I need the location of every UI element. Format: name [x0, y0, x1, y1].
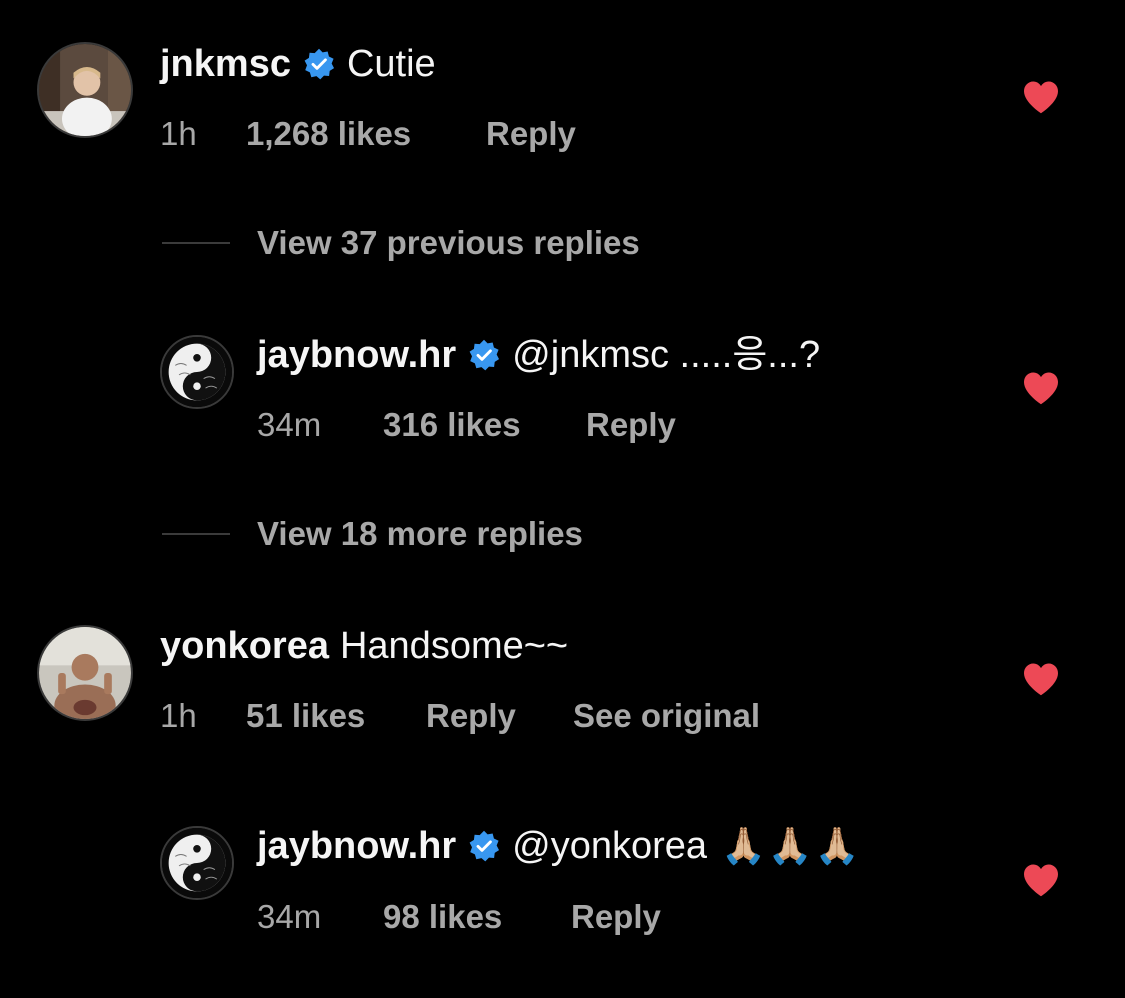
see-original-button[interactable]: See original [573, 696, 760, 736]
avatar-jaybnow-hr[interactable] [160, 335, 234, 409]
heart-icon[interactable] [1022, 863, 1060, 897]
thread-line [162, 533, 230, 535]
likes-count[interactable]: 51 likes [246, 696, 426, 736]
heart-icon[interactable] [1022, 371, 1060, 405]
likes-count[interactable]: 316 likes [383, 405, 586, 445]
comment-line: jaybnow.hr @jnkmsc .....응...? [257, 332, 820, 378]
likes-count[interactable]: 98 likes [383, 897, 571, 937]
comment-time: 1h [160, 697, 197, 734]
view-replies-label[interactable]: View 18 more replies [257, 514, 583, 554]
heart-icon[interactable] [1022, 80, 1060, 114]
comment-meta: 34m 316 likes Reply [257, 405, 676, 445]
comment-line: jaybnow.hr @yonkorea 🙏🏼🙏🏼🙏🏼 [257, 823, 862, 869]
username[interactable]: jaybnow.hr [257, 823, 456, 869]
verified-badge-icon [468, 830, 500, 862]
reply-button[interactable]: Reply [586, 405, 676, 445]
avatar-jnkmsc[interactable] [37, 42, 133, 138]
comment-meta: 34m 98 likes Reply [257, 897, 661, 937]
avatar-yonkorea[interactable] [37, 625, 133, 721]
comment-text: @jnkmsc .....응...? [512, 334, 821, 376]
comment-line: jnkmsc Cutie [160, 41, 436, 87]
verified-badge-icon [303, 48, 335, 80]
comment-time: 1h [160, 115, 197, 152]
thread-line [162, 242, 230, 244]
verified-badge-icon [468, 339, 500, 371]
comment-time: 34m [257, 898, 322, 935]
view-replies-label[interactable]: View 37 previous replies [257, 223, 640, 263]
comment-meta: 1h 1,268 likes Reply [160, 114, 576, 154]
heart-icon[interactable] [1022, 662, 1060, 696]
view-more-replies[interactable]: View 18 more replies [0, 514, 1125, 554]
comment-line: yonkorea Handsome~~ [160, 623, 568, 669]
comment-text: @yonkorea [512, 825, 708, 867]
username[interactable]: yonkorea [160, 623, 329, 669]
reply-button[interactable]: Reply [426, 696, 573, 736]
view-previous-replies[interactable]: View 37 previous replies [0, 223, 1125, 263]
avatar-jaybnow-hr[interactable] [160, 826, 234, 900]
likes-count[interactable]: 1,268 likes [246, 114, 486, 154]
comment-meta: 1h 51 likes Reply See original [160, 696, 760, 736]
username[interactable]: jaybnow.hr [257, 332, 456, 378]
reply-button[interactable]: Reply [571, 897, 661, 937]
reply-button[interactable]: Reply [486, 114, 576, 154]
comment-time: 34m [257, 406, 322, 443]
username[interactable]: jnkmsc [160, 41, 291, 87]
comment-text: Handsome~~ [339, 625, 569, 667]
comment-text: Cutie [346, 43, 436, 85]
folded-hands-emoji: 🙏🏼🙏🏼🙏🏼 [721, 825, 862, 866]
